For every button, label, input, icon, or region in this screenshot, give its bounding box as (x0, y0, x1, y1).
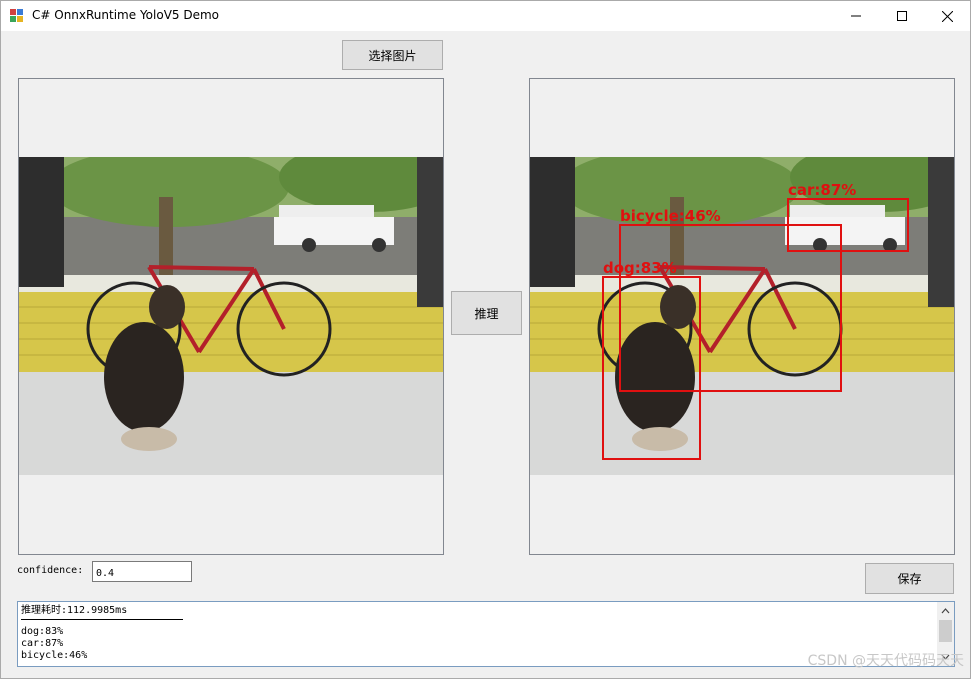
detection-car-label: car:87% (788, 181, 856, 199)
scroll-thumb[interactable] (939, 620, 952, 642)
result-image-box: dog:83% car:87% bicycle:46% (529, 78, 955, 555)
title-bar: C# OnnxRuntime YoloV5 Demo (1, 1, 970, 31)
result-photo: dog:83% car:87% bicycle:46% (530, 157, 954, 475)
select-image-button[interactable]: 选择图片 (342, 40, 443, 70)
inference-time-line: 推理耗时:112.9985ms (21, 605, 128, 616)
close-icon (941, 10, 953, 22)
source-photo (19, 157, 443, 475)
detection-dog-label: dog:83% (603, 259, 677, 277)
result-line-bicycle: bicycle:46% (21, 650, 88, 661)
infer-button[interactable]: 推理 (451, 291, 522, 335)
confidence-input[interactable] (92, 561, 192, 582)
maximize-button[interactable] (879, 1, 925, 31)
scroll-up-icon[interactable] (937, 604, 954, 618)
detection-bicycle-label: bicycle:46% (620, 207, 721, 225)
minimize-button[interactable] (833, 1, 879, 31)
confidence-label: confidence: (17, 565, 84, 576)
source-image-box (18, 78, 444, 555)
window-title: C# OnnxRuntime YoloV5 Demo (32, 8, 220, 22)
close-button[interactable] (924, 1, 970, 31)
minimize-icon (851, 15, 861, 17)
result-line-dog: dog:83% (21, 626, 64, 637)
output-divider (21, 619, 183, 620)
app-window: C# OnnxRuntime YoloV5 Demo 选择图片 推理 dog:8… (0, 0, 971, 679)
save-button[interactable]: 保存 (865, 563, 954, 594)
watermark: CSDN @天天代码码天天 (807, 653, 964, 669)
app-icon (10, 9, 23, 22)
scene-image (19, 157, 443, 475)
result-line-car: car:87% (21, 638, 64, 649)
maximize-icon (897, 11, 907, 21)
result-scene-image: dog:83% car:87% bicycle:46% (530, 157, 954, 475)
